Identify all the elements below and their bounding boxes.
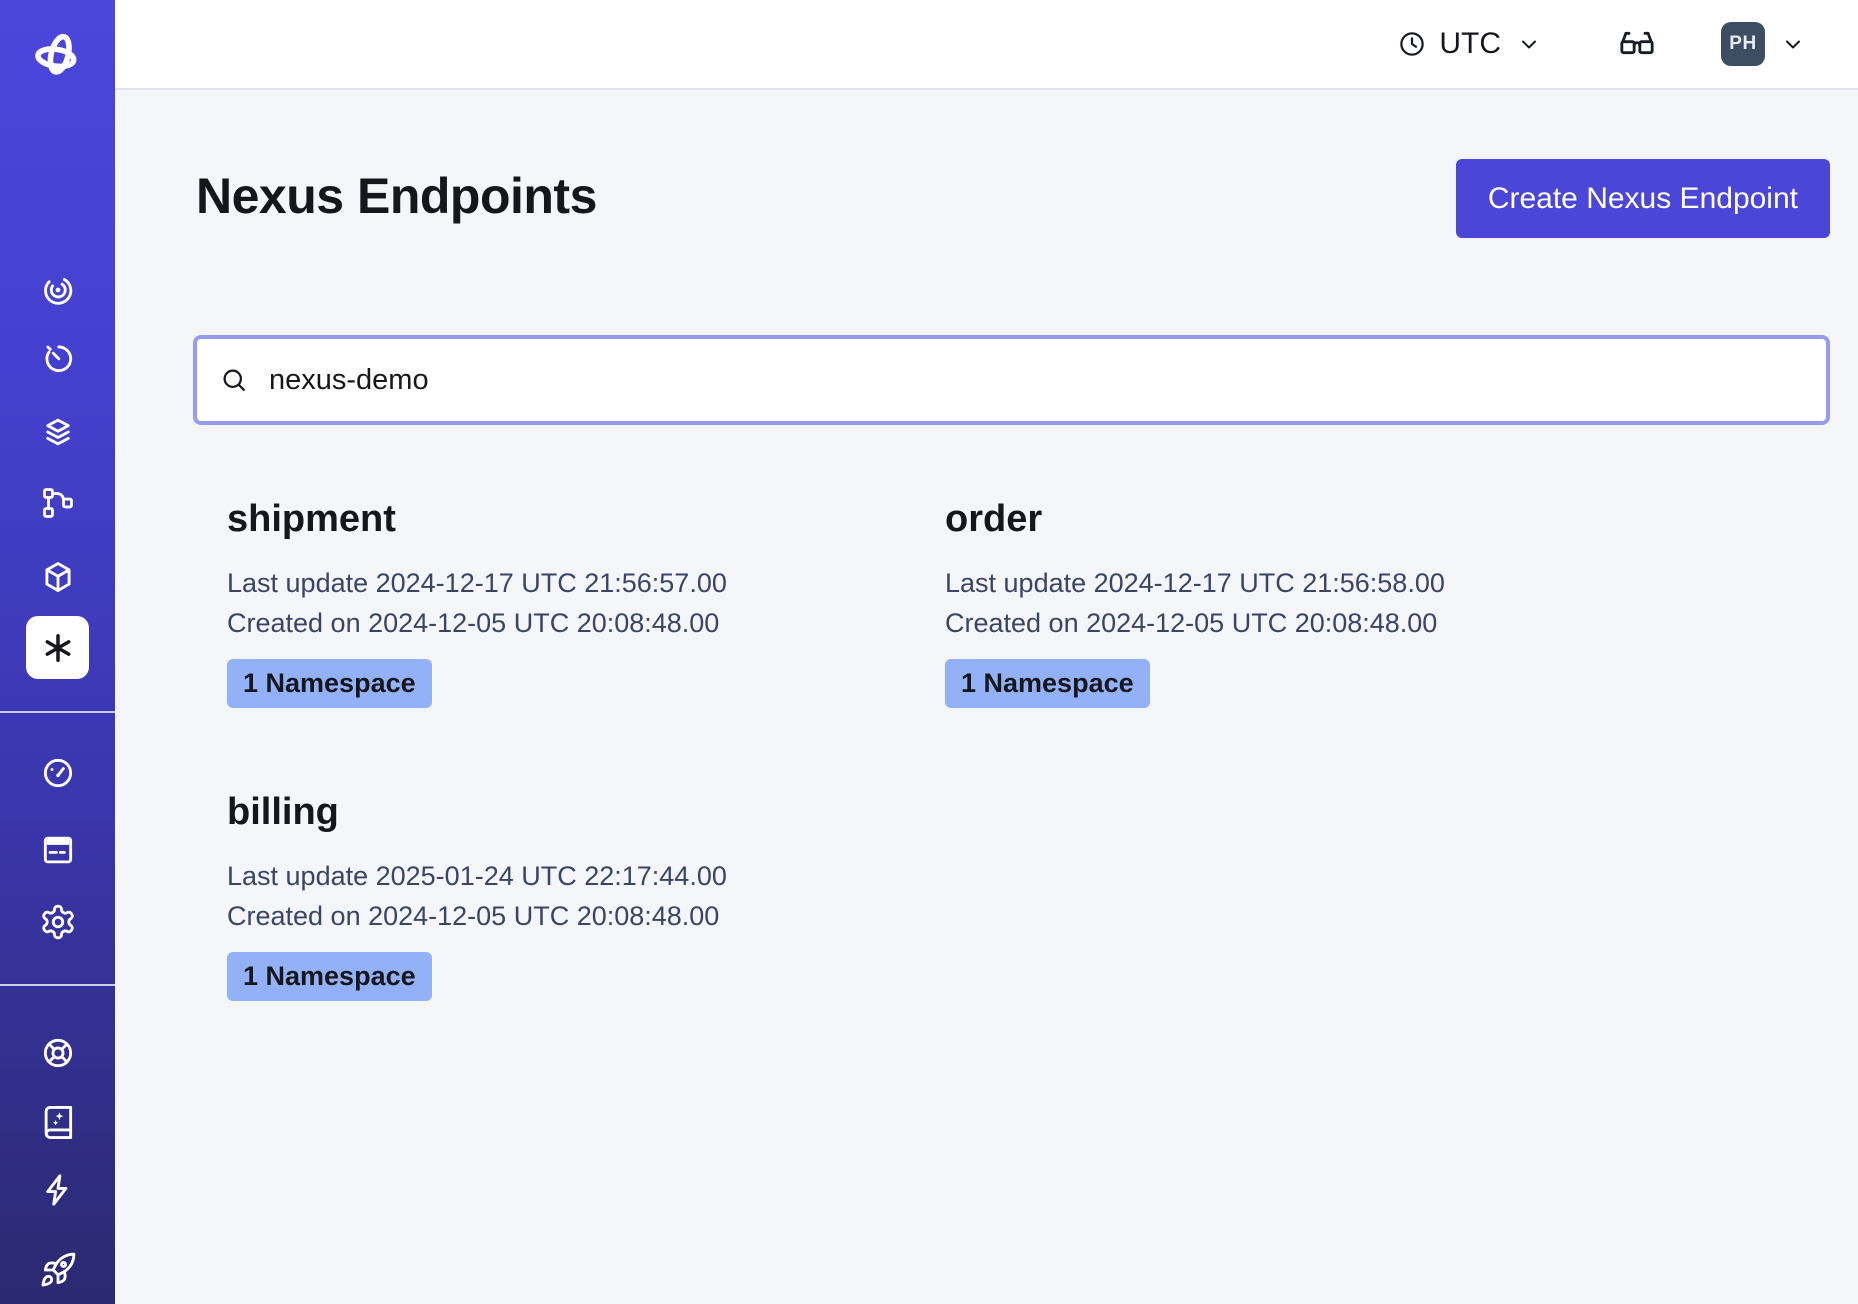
clock-icon: [1397, 29, 1427, 59]
endpoint-name-link[interactable]: billing: [227, 791, 927, 834]
page-title: Nexus Endpoints: [196, 168, 597, 224]
avatar[interactable]: PH: [1721, 22, 1765, 66]
lifebuoy-icon[interactable]: [36, 1031, 80, 1075]
search-bar: [193, 335, 1830, 425]
timezone-label: UTC: [1439, 27, 1501, 61]
rocket-icon[interactable]: [36, 1248, 80, 1292]
endpoint-created-on: Created on 2024-12-05 UTC 20:08:48.00: [227, 896, 927, 936]
endpoint-card: shipment Last update 2024-12-17 UTC 21:5…: [227, 498, 927, 708]
timer-icon[interactable]: [36, 336, 80, 380]
topbar: UTC PH: [115, 0, 1858, 90]
chevron-down-icon[interactable]: [1781, 32, 1805, 56]
layers-icon[interactable]: [36, 410, 80, 454]
create-nexus-endpoint-button[interactable]: Create Nexus Endpoint: [1456, 159, 1830, 238]
timezone-selector[interactable]: UTC: [1397, 27, 1541, 61]
endpoint-created-on: Created on 2024-12-05 UTC 20:08:48.00: [227, 603, 927, 643]
namespace-badge: 1 Namespace: [227, 659, 432, 708]
main-content: Nexus Endpoints Create Nexus Endpoint sh…: [115, 90, 1858, 1304]
gauge-icon[interactable]: [36, 751, 80, 795]
endpoint-name-link[interactable]: order: [945, 498, 1645, 541]
endpoint-name-link[interactable]: shipment: [227, 498, 927, 541]
sidebar: [0, 0, 115, 1304]
endpoint-card: order Last update 2024-12-17 UTC 21:56:5…: [945, 498, 1645, 708]
endpoint-last-update: Last update 2025-01-24 UTC 22:17:44.00: [227, 856, 927, 896]
endpoint-last-update: Last update 2024-12-17 UTC 21:56:57.00: [227, 563, 927, 603]
radar-icon[interactable]: [36, 268, 80, 312]
endpoint-last-update: Last update 2024-12-17 UTC 21:56:58.00: [945, 563, 1645, 603]
cube-icon[interactable]: [36, 555, 80, 599]
book-sparkles-icon[interactable]: [36, 1100, 80, 1144]
endpoint-created-on: Created on 2024-12-05 UTC 20:08:48.00: [945, 603, 1645, 643]
workflow-graph-icon[interactable]: [36, 481, 80, 525]
endpoint-card: billing Last update 2025-01-24 UTC 22:17…: [227, 791, 927, 1001]
sidebar-divider: [0, 984, 115, 986]
namespace-badge: 1 Namespace: [945, 659, 1150, 708]
search-icon: [219, 365, 249, 395]
lightning-icon[interactable]: [36, 1168, 80, 1212]
chevron-down-icon: [1517, 32, 1541, 56]
glasses-icon[interactable]: [1617, 24, 1657, 64]
archive-card-icon[interactable]: [36, 828, 80, 872]
search-input[interactable]: [267, 363, 1804, 398]
gear-icon[interactable]: [36, 900, 80, 944]
namespace-badge: 1 Namespace: [227, 952, 432, 1001]
temporal-logo[interactable]: [30, 28, 86, 84]
nexus-asterisk-icon[interactable]: [26, 616, 89, 679]
sidebar-divider: [0, 711, 115, 713]
